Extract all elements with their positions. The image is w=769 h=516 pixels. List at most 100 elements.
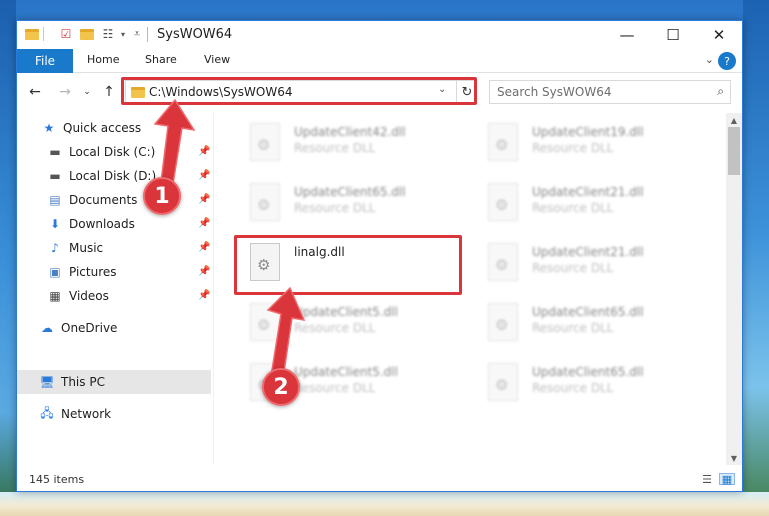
sidebar-item-videos[interactable]: ▦ Videos xyxy=(47,285,109,307)
sidebar-item-documents[interactable]: ▤ Documents xyxy=(47,189,137,211)
file-item[interactable]: UpdateClient65.dll Resource DLL xyxy=(482,359,712,409)
file-name: UpdateClient21.dll xyxy=(532,245,644,259)
dll-file-icon xyxy=(488,243,518,281)
file-item-linalg[interactable]: linalg.dll xyxy=(244,239,474,289)
pin-icon[interactable]: 📌 xyxy=(198,242,210,253)
address-bar[interactable]: C:\Windows\SysWOW64 ⌄ ↻ xyxy=(125,80,477,104)
sidebar-item-pictures[interactable]: ▣ Pictures xyxy=(47,261,116,283)
file-name: UpdateClient5.dll xyxy=(294,305,398,319)
pin-icon[interactable]: 📌 xyxy=(198,266,210,277)
properties-icon[interactable]: ☑ xyxy=(59,27,73,41)
tab-view[interactable]: View xyxy=(204,53,230,66)
star-icon: ★ xyxy=(43,121,55,135)
sidebar-item-downloads[interactable]: ⬇ Downloads xyxy=(47,213,135,235)
sidebar-item-local-disk-c[interactable]: ▬ Local Disk (C:) xyxy=(47,141,155,163)
pin-icon[interactable]: 📌 xyxy=(198,146,210,157)
customize-toolbar-icon[interactable]: ⩡ xyxy=(130,27,144,41)
pin-icon[interactable]: 📌 xyxy=(198,170,210,181)
search-input[interactable] xyxy=(490,81,710,103)
maximize-button[interactable]: ☐ xyxy=(650,21,696,49)
file-name: UpdateClient65.dll xyxy=(532,365,644,379)
chevron-down-icon[interactable]: ▾ xyxy=(116,27,130,41)
item-count: 145 items xyxy=(29,473,85,486)
refresh-button[interactable]: ↻ xyxy=(456,81,477,103)
tab-share[interactable]: Share xyxy=(145,53,177,66)
sidebar-item-local-disk-d[interactable]: ▬ Local Disk (D:) xyxy=(47,165,156,187)
file-explorer-window: ☑ ☷ ▾ ⩡ SysWOW64 — ☐ ✕ File Home Share V… xyxy=(16,20,743,492)
scroll-up-icon[interactable]: ▲ xyxy=(726,113,742,127)
expand-ribbon-icon[interactable]: ⌄ xyxy=(705,53,714,66)
dll-file-icon xyxy=(488,303,518,341)
vertical-scrollbar[interactable]: ▲ ▼ xyxy=(726,113,742,465)
window-title: SysWOW64 xyxy=(157,27,233,42)
pin-icon[interactable]: 📌 xyxy=(198,290,210,301)
file-type: Resource DLL xyxy=(532,321,614,335)
drive-icon: ▬ xyxy=(49,145,61,159)
step-2-badge: 2 xyxy=(262,368,300,406)
minimize-button[interactable]: — xyxy=(604,21,650,49)
file-item[interactable]: UpdateClient19.dll Resource DLL xyxy=(482,119,712,169)
scroll-thumb[interactable] xyxy=(728,127,740,175)
sidebar-item-this-pc[interactable]: 🖥 This PC xyxy=(39,371,105,393)
file-type: Resource DLL xyxy=(532,141,614,155)
file-item[interactable]: UpdateClient65.dll Resource DLL xyxy=(482,299,712,349)
address-path[interactable]: C:\Windows\SysWOW64 xyxy=(149,85,293,99)
documents-icon: ▤ xyxy=(49,193,61,207)
search-box[interactable]: ⌕ xyxy=(489,80,731,104)
up-button[interactable]: ↑ xyxy=(101,83,117,101)
file-type: Resource DLL xyxy=(294,141,376,155)
sidebar-item-label: Local Disk (D:) xyxy=(69,169,157,183)
recent-locations-button[interactable]: ⌄ xyxy=(79,83,95,101)
dll-file-icon xyxy=(250,183,280,221)
sidebar-item-label: OneDrive xyxy=(61,321,118,335)
navigation-bar: ← → ⌄ ↑ C:\Windows\SysWOW64 ⌄ ↻ ⌕ xyxy=(17,74,742,112)
file-item[interactable]: UpdateClient21.dll Resource DLL xyxy=(482,239,712,289)
forward-button[interactable]: → xyxy=(57,83,73,101)
file-item[interactable]: UpdateClient5.dll Resource DLL xyxy=(244,299,474,349)
pictures-icon: ▣ xyxy=(49,265,61,279)
sidebar-item-quick-access[interactable]: ★ Quick access xyxy=(41,117,142,139)
sidebar-item-label: Quick access xyxy=(63,121,142,135)
address-dropdown-icon[interactable]: ⌄ xyxy=(438,84,446,95)
separator xyxy=(43,27,44,41)
file-name: UpdateClient65.dll xyxy=(532,305,644,319)
tab-home[interactable]: Home xyxy=(87,53,119,66)
computer-icon: 🖥 xyxy=(39,375,55,389)
tab-file[interactable]: File xyxy=(17,49,73,73)
drive-icon: ▬ xyxy=(49,169,61,183)
search-icon[interactable]: ⌕ xyxy=(717,84,724,99)
folder-icon xyxy=(25,27,39,41)
sidebar-item-onedrive[interactable]: ☁ OneDrive xyxy=(39,317,117,339)
sidebar-item-network[interactable]: 🖧 Network xyxy=(39,403,111,425)
file-name: linalg.dll xyxy=(294,245,345,259)
file-type: Resource DLL xyxy=(532,201,614,215)
back-button[interactable]: ← xyxy=(27,83,43,101)
customize-view-icon[interactable]: ☷ xyxy=(101,27,115,41)
sidebar-item-label: Network xyxy=(61,407,112,421)
details-view-icon[interactable]: ☰ xyxy=(699,473,715,486)
desktop-background-right xyxy=(743,0,769,516)
help-icon[interactable]: ? xyxy=(718,52,736,70)
folder-icon xyxy=(131,87,145,98)
pin-icon[interactable]: 📌 xyxy=(198,218,210,229)
scroll-down-icon[interactable]: ▼ xyxy=(726,451,742,465)
sidebar-item-label: Local Disk (C:) xyxy=(69,145,156,159)
dll-file-icon xyxy=(250,243,280,281)
pin-icon[interactable]: 📌 xyxy=(198,194,210,205)
file-item[interactable]: UpdateClient21.dll Resource DLL xyxy=(482,179,712,229)
desktop-background-left xyxy=(0,0,16,516)
music-icon: ♪ xyxy=(51,241,59,255)
dll-file-icon xyxy=(488,123,518,161)
new-folder-icon[interactable] xyxy=(80,27,94,41)
desktop-background-bottom xyxy=(0,492,769,516)
large-icons-view-icon[interactable]: ▦ xyxy=(719,473,735,486)
file-name: UpdateClient42.dll xyxy=(294,125,406,139)
file-type: Resource DLL xyxy=(532,261,614,275)
file-type: Resource DLL xyxy=(294,381,376,395)
file-item[interactable]: UpdateClient42.dll Resource DLL xyxy=(244,119,474,169)
sidebar-item-music[interactable]: ♪ Music xyxy=(47,237,103,259)
close-button[interactable]: ✕ xyxy=(696,21,742,49)
file-type: Resource DLL xyxy=(294,201,376,215)
file-name: UpdateClient65.dll xyxy=(294,185,406,199)
file-item[interactable]: UpdateClient65.dll Resource DLL xyxy=(244,179,474,229)
